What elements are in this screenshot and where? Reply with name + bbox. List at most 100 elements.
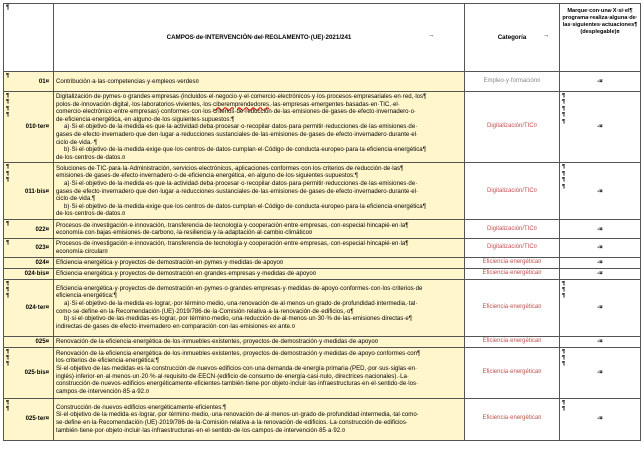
- table-row: 025¤ Renovación·de·la·eficiencia·energéti…: [3, 335, 641, 348]
- header-mark: Marque·con·una·X·si·el¶ programa·realiza…: [559, 3, 641, 72]
- mark-value: -¤: [597, 269, 603, 277]
- category-cell: Digitalización/TIC¤: [464, 238, 560, 258]
- intervention-fields-table: ¶ CAMPOS·de·INTERVENCIÓN·del·REGLAMENTO·…: [3, 3, 641, 441]
- description-line: ciclo·de·vida.¶: [56, 195, 96, 203]
- category-cell: Digitalización/TIC¤: [464, 162, 560, 221]
- description-line: inglés)·inferior·en·al·menos·un·20·%·al·…: [56, 372, 409, 380]
- description-line: gases·de·efecto·invernadero·que·den·luga…: [56, 187, 419, 195]
- intervention-code-label: 022¤: [35, 225, 49, 233]
- pilcrow-marks: ¶ ¶: [6, 399, 10, 412]
- table-row: 024·bis¤ Eficiencia·energética·y·proyecto…: [3, 267, 641, 280]
- mark-dropdown[interactable]: -¤: [559, 238, 641, 258]
- description-line: Contribución·a·las·competencias·y·empleo…: [56, 77, 199, 85]
- pilcrow-marks: ¶ ¶ ¶ ¶ ¶: [562, 93, 566, 125]
- intervention-code: 024·bis¤: [3, 267, 54, 280]
- intervention-code-label: 011·bis¤: [24, 187, 49, 195]
- table-row: ¶ ¶ ¶ 024·ter¤ Eficiencia·energética·y·pro…: [3, 278, 641, 337]
- pilcrow-marks: ¶ ¶ ¶ ¶: [562, 164, 566, 190]
- header-intervention-fields-label: CAMPOS·de·INTERVENCIÓN·del·REGLAMENTO·(U…: [166, 33, 352, 41]
- description-line: gases·de·efecto·invernadero·que·den·luga…: [56, 130, 419, 138]
- category-cell: Eficiencia·energética¤: [464, 278, 560, 337]
- description-line: eficiencia·energética:¶: [56, 292, 117, 300]
- intervention-description: Renovación·de·la·eficiencia·energética·d…: [53, 335, 465, 348]
- mark-value: -¤: [597, 337, 603, 345]
- description-line: de·eficiencia·energética,·en·alguno·de·l…: [56, 115, 235, 123]
- intervention-code: ¶ ¶ ¶ 025·bis¤: [3, 346, 54, 399]
- mark-value: -¤: [597, 225, 603, 233]
- table-row: ¶ 022¤ Procesos·de·investigación·e·innovac…: [3, 219, 641, 240]
- mark-value: -¤: [597, 187, 603, 195]
- description-line: Si·el·objetivo·de·las·medidas·es·la·cons…: [56, 364, 418, 372]
- pilcrow-marks: ¶: [6, 221, 10, 228]
- table-header-row: ¶ CAMPOS·de·INTERVENCIÓN·del·REGLAMENTO·…: [3, 3, 641, 72]
- pilcrow-marks: ¶ ¶ ¶: [6, 164, 10, 184]
- description-line: Renovación·de·la·eficiencia·energética·d…: [56, 349, 421, 357]
- intervention-code-label: 025·bis¤: [24, 368, 49, 376]
- mark-value: -¤: [597, 258, 603, 266]
- description-line: Procesos·de·investigación·e·innovación,·…: [56, 221, 409, 229]
- description-line: Eficiencia·energética·y·proyectos·de·dem…: [56, 258, 284, 266]
- mark-dropdown[interactable]: -¤: [559, 256, 641, 269]
- mark-dropdown[interactable]: -¤: [559, 335, 641, 348]
- mark-dropdown[interactable]: -¤: [559, 219, 641, 240]
- description-line: Eficiencia·energética·y·proyectos·de·dem…: [56, 269, 317, 277]
- pilcrow-marks: ¶: [6, 240, 10, 247]
- header-intervention-fields: CAMPOS·de·INTERVENCIÓN·del·REGLAMENTO·(U…: [53, 3, 465, 72]
- intervention-description: Construcción·de·nuevos·edificios·energét…: [53, 397, 465, 441]
- mark-dropdown[interactable]: ¶ ¶ -¤: [559, 397, 641, 441]
- description-line: Si·el·objetivo·de·la·medida·es·lograr,·p…: [56, 411, 419, 419]
- mark-dropdown[interactable]: ¶ ¶ ¶ -¤: [559, 346, 641, 399]
- intervention-code-label: 025¤: [35, 337, 49, 345]
- intervention-description: Renovación·de·la·eficiencia·energética·d…: [53, 346, 465, 399]
- mark-dropdown[interactable]: -¤: [559, 267, 641, 280]
- mark-dropdown[interactable]: ¶ ¶ ¶ ¶ -¤: [559, 162, 641, 221]
- description-line: también·tiene·por·objeto·incluir·las·inf…: [56, 426, 346, 434]
- mark-value: -¤: [597, 303, 603, 311]
- pilcrow-marks: ¶ ¶ ¶: [562, 348, 566, 368]
- description-line: comercio·electrónico·entre·empresas)·con…: [56, 108, 417, 116]
- description-line: a)·Si·el·objetivo·de·la·medida·es·lograr…: [64, 299, 418, 307]
- category-cell: Eficiencia·energética¤: [464, 256, 560, 269]
- intervention-code: ¶ ¶ ¶ ¶ 010·ter¤: [3, 90, 54, 164]
- description-line: economía·con·bajas·emisiones·de·carbono,…: [56, 229, 313, 237]
- mark-value: -¤: [597, 123, 603, 131]
- description-line: Construcción·de·nuevos·edificios·energét…: [56, 403, 227, 411]
- table-row: ¶ 01¤ Contribución·a·las·competencias·y·em…: [3, 71, 641, 92]
- pilcrow-marks: ¶ ¶ ¶: [6, 348, 10, 368]
- mark-dropdown[interactable]: -¤: [559, 71, 641, 92]
- intervention-description: Eficiencia·energética·y·proyectos·de·dem…: [53, 267, 465, 280]
- pilcrow-marks: ¶ ¶ ¶ ¶: [6, 93, 10, 119]
- intervention-code-label: 024¤: [35, 258, 49, 266]
- category-cell: Digitalización/TIC¤: [464, 219, 560, 240]
- pilcrow-marks: ¶ ¶ ¶: [562, 280, 566, 300]
- intervention-code: ¶ ¶ ¶ 024·ter¤: [3, 278, 54, 337]
- description-line: Soluciones·de·TIC·para·la·Administración…: [56, 164, 404, 172]
- intervention-description: Procesos·de·investigación·e·innovación,·…: [53, 219, 465, 240]
- category-cell: Eficiencia·energética¤: [464, 346, 560, 399]
- mark-value: -¤: [597, 415, 603, 423]
- table-row: 024¤ Eficiencia·energética·y·proyectos·de…: [3, 256, 641, 269]
- pilcrow-marks: ¶: [6, 73, 10, 79]
- description-line: Digitalización·de·pymes·o·grandes·empres…: [56, 93, 427, 100]
- tab-arrow-icon: →: [427, 32, 434, 39]
- category-cell: Empleo·y·formación¤: [464, 71, 560, 92]
- intervention-code: ¶ 022¤: [3, 219, 54, 240]
- description-line: a)·Si·el·objetivo·de·la·medida·es·que·la…: [64, 179, 418, 187]
- intervention-code: ¶ ¶ ¶ 011·bis¤: [3, 162, 54, 221]
- table-row: ¶ ¶ 025·ter¤ Construcción·de·nuevos·edific…: [3, 397, 641, 441]
- description-line: Procesos·de·investigación·e·innovación,·…: [56, 240, 409, 248]
- table-row: ¶ ¶ ¶ 025·bis¤ Renovación·de·la·eficiencia…: [3, 346, 641, 399]
- description-line: campos·de·intervención·85·a·92.¤: [56, 387, 150, 395]
- description-line: a)·Si·el·objetivo·de·la·medida·es·que·la…: [64, 123, 418, 131]
- mark-value: -¤: [597, 77, 603, 85]
- intervention-code-label: 023¤: [35, 244, 49, 252]
- mark-value: -¤: [597, 244, 603, 252]
- mark-dropdown[interactable]: ¶ ¶ ¶ -¤: [559, 278, 641, 337]
- description-line: polos·de·innovación·digital,·los·laborat…: [56, 100, 400, 108]
- header-spacer: ¶: [3, 3, 54, 72]
- mark-dropdown[interactable]: ¶ ¶ ¶ ¶ ¶ -¤: [559, 90, 641, 164]
- description-line: economía·circular¤: [56, 247, 108, 255]
- pilcrow-marks: ¶ ¶: [562, 399, 566, 412]
- category-cell: Digitalización/TIC¤: [464, 90, 560, 164]
- category-cell: Eficiencia·energética¤: [464, 267, 560, 280]
